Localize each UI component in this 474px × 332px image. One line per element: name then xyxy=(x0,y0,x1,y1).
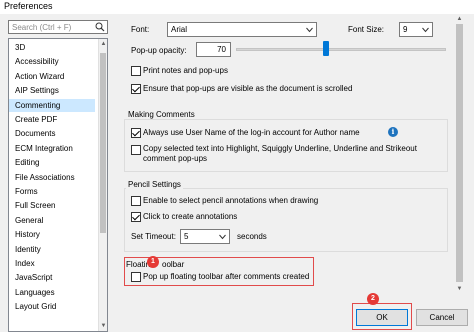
font-label: Font: xyxy=(131,25,150,34)
font-size-label: Font Size: xyxy=(348,25,385,34)
use-username-label: Always use User Name of the log-in accou… xyxy=(143,128,360,137)
font-size-select[interactable]: 9 xyxy=(399,22,433,37)
click-create-label: Click to create annotations xyxy=(143,212,238,221)
scroll-up-arrow-icon[interactable]: ▲ xyxy=(454,14,465,24)
scroll-down-arrow-icon[interactable]: ▼ xyxy=(99,321,107,331)
category-item-editing[interactable]: Editing xyxy=(15,156,39,169)
timeout-select[interactable]: 5 xyxy=(180,229,230,244)
category-item-history[interactable]: History xyxy=(15,228,40,241)
window-title: Preferences xyxy=(4,1,53,11)
category-item-commenting[interactable]: Commenting xyxy=(9,98,95,112)
category-item-aip-settings[interactable]: AIP Settings xyxy=(15,84,59,97)
popup-toolbar-checkbox[interactable] xyxy=(131,272,141,282)
enable-select-label: Enable to select pencil annotations when… xyxy=(143,196,319,205)
print-notes-checkbox[interactable] xyxy=(131,66,141,76)
scroll-thumb[interactable] xyxy=(100,53,106,233)
opacity-slider-thumb[interactable] xyxy=(323,41,329,56)
pencil-settings-title: Pencil Settings xyxy=(126,180,183,189)
popup-toolbar-label: Pop up floating toolbar after comments c… xyxy=(143,272,310,281)
opacity-label: Pop-up opacity: xyxy=(131,46,187,55)
category-item-index[interactable]: Index xyxy=(15,257,35,270)
title-bar: Preferences xyxy=(0,0,474,14)
category-item-identity[interactable]: Identity xyxy=(15,243,41,256)
copy-text-label: Copy selected text into Highlight, Squig… xyxy=(143,144,417,153)
cancel-button[interactable]: Cancel xyxy=(416,309,468,326)
opacity-slider-track[interactable] xyxy=(236,48,446,51)
category-item-javascript[interactable]: JavaScript xyxy=(15,271,52,284)
font-value: Arial xyxy=(171,25,188,34)
settings-scrollbar[interactable]: ▲ ▼ xyxy=(454,14,465,294)
font-select[interactable]: Arial xyxy=(167,22,317,37)
click-create-checkbox[interactable] xyxy=(131,212,141,222)
category-list[interactable]: 3D Accessibility Action Wizard AIP Settings… xyxy=(8,38,108,332)
step-badge-2: 2 xyxy=(367,293,379,305)
enable-select-checkbox[interactable] xyxy=(131,196,141,206)
print-notes-label: Print notes and pop-ups xyxy=(143,66,228,75)
category-item-languages[interactable]: Languages xyxy=(15,286,55,299)
category-item-full-screen[interactable]: Full Screen xyxy=(15,199,55,212)
timeout-value: 5 xyxy=(184,232,189,241)
scroll-thumb[interactable] xyxy=(456,24,463,282)
category-item-forms[interactable]: Forms xyxy=(15,185,38,198)
timeout-unit: seconds xyxy=(237,232,267,241)
chevron-down-icon xyxy=(422,27,429,33)
category-item-action-wizard[interactable]: Action Wizard xyxy=(15,70,64,83)
making-comments-title: Making Comments xyxy=(126,110,197,119)
category-item-layout-grid[interactable]: Layout Grid xyxy=(15,300,56,313)
category-scrollbar[interactable]: ▲ ▼ xyxy=(98,39,107,331)
copy-text-label-line2: comment pop-ups xyxy=(143,154,208,163)
font-size-value: 9 xyxy=(403,25,408,34)
category-item-3d[interactable]: 3D xyxy=(15,41,25,54)
info-icon[interactable]: i xyxy=(388,127,398,137)
ensure-visible-label: Ensure that pop-ups are visible as the d… xyxy=(143,84,353,93)
copy-text-checkbox[interactable] xyxy=(131,145,141,155)
category-item-ecm-integration[interactable]: ECM Integration xyxy=(15,142,73,155)
search-placeholder: Search (Ctrl + F) xyxy=(12,23,72,32)
step-badge-1: 1 xyxy=(147,256,159,268)
category-item-create-pdf[interactable]: Create PDF xyxy=(15,113,57,126)
scroll-up-arrow-icon[interactable]: ▲ xyxy=(99,39,107,49)
ensure-visible-checkbox[interactable] xyxy=(131,84,141,94)
timeout-label: Set Timeout: xyxy=(131,232,176,241)
category-item-file-associations[interactable]: File Associations xyxy=(15,171,75,184)
search-input[interactable]: Search (Ctrl + F) xyxy=(8,20,108,34)
ok-button[interactable]: OK xyxy=(356,309,408,326)
category-item-accessibility[interactable]: Accessibility xyxy=(15,55,59,68)
category-item-documents[interactable]: Documents xyxy=(15,127,55,140)
scroll-down-arrow-icon[interactable]: ▼ xyxy=(454,284,465,294)
search-icon xyxy=(95,22,105,32)
chevron-down-icon xyxy=(219,234,226,240)
opacity-input[interactable]: 70 xyxy=(196,42,231,57)
chevron-down-icon xyxy=(306,27,313,33)
category-item-general[interactable]: General xyxy=(15,214,43,227)
use-username-checkbox[interactable] xyxy=(131,128,141,138)
